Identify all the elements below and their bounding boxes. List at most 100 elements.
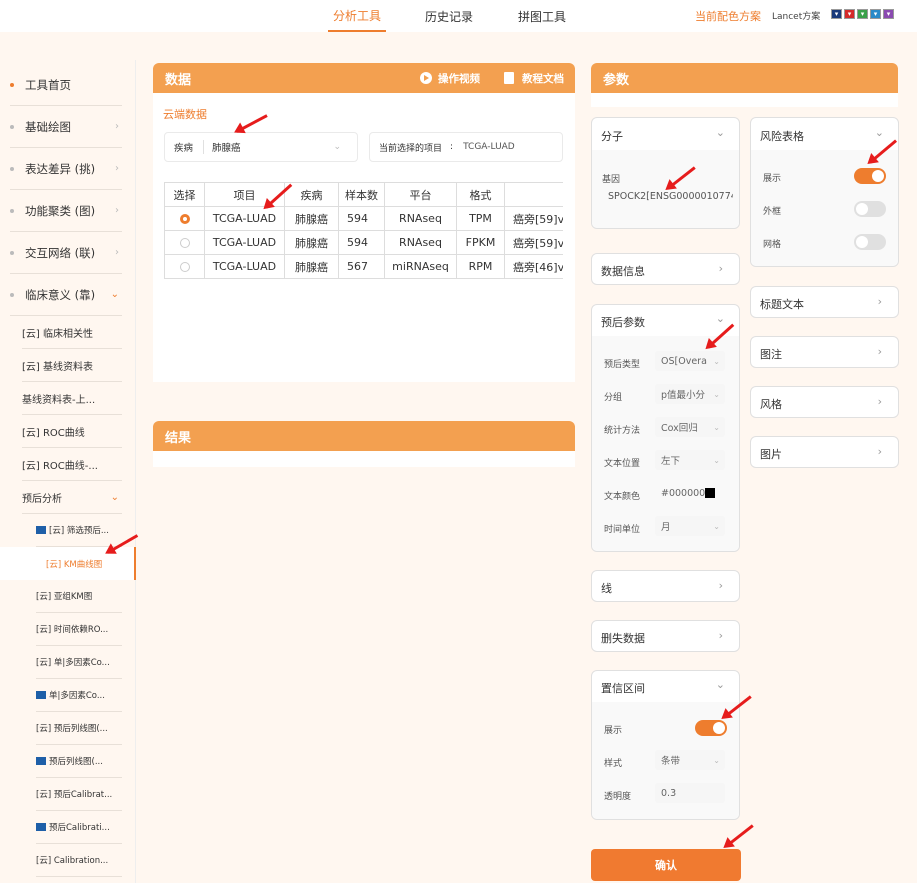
- legend-card[interactable]: 图注 ›: [750, 336, 899, 368]
- chevron-down-icon[interactable]: ⌄: [875, 126, 884, 139]
- chevron-right-icon: ›: [718, 579, 723, 592]
- risk-show-label: 展示: [763, 174, 782, 184]
- risk-grid-toggle[interactable]: [854, 234, 886, 250]
- table-header: [505, 183, 563, 207]
- radio-icon: [179, 261, 190, 272]
- color-scheme-name[interactable]: Lancet方案: [772, 9, 820, 22]
- table-cell: TCGA-LUAD: [205, 231, 285, 255]
- sidebar-sub2-nomogram[interactable]: [云] 预后列线图(...: [36, 712, 122, 745]
- picture-card[interactable]: 图片 ›: [750, 436, 899, 468]
- line-title: 线: [601, 582, 612, 595]
- chevron-down-icon: ⌄: [110, 491, 119, 503]
- disease-value: 肺腺癌: [212, 143, 241, 154]
- sidebar-sub2-filter-prognosis[interactable]: [云] 筛选预后...: [36, 514, 122, 547]
- cloud-data-tab[interactable]: 云端数据: [163, 106, 207, 122]
- line-card[interactable]: 线 ›: [591, 570, 740, 602]
- sidebar-item-interaction-network[interactable]: 交互网络 (联) ›: [10, 232, 122, 274]
- sidebar-sub2-calibration-2[interactable]: 预后Calibrati...: [36, 811, 122, 844]
- swatch-green-icon[interactable]: ▾: [857, 9, 868, 19]
- table-header: 选择: [165, 183, 205, 207]
- selected-project-value: TCGA-LUAD: [463, 142, 515, 152]
- confirm-button[interactable]: 确认: [591, 849, 741, 881]
- swatch-blue-icon[interactable]: ▾: [870, 9, 881, 19]
- table-row-radio[interactable]: [165, 255, 205, 279]
- risk-show-toggle[interactable]: [854, 168, 886, 184]
- chevron-down-icon[interactable]: ⌄: [716, 678, 725, 691]
- ci-show-toggle[interactable]: [695, 720, 727, 736]
- chevron-right-icon: ›: [115, 163, 119, 174]
- sidebar-item-function-cluster[interactable]: 功能聚类 (图) ›: [10, 190, 122, 232]
- ci-style-select[interactable]: 条带 ⌄: [655, 750, 725, 770]
- table-cell: TPM: [457, 207, 505, 231]
- stat-method-select[interactable]: Cox回归 ⌄: [655, 417, 725, 437]
- text-position-select[interactable]: 左下 ⌄: [655, 450, 725, 470]
- title-text-card[interactable]: 标题文本 ›: [750, 286, 899, 318]
- video-button[interactable]: 操作视频: [420, 70, 480, 86]
- censor-title: 删失数据: [601, 632, 645, 645]
- ci-opacity-input[interactable]: 0.3: [655, 783, 725, 803]
- text-color-input[interactable]: #000000: [655, 483, 725, 503]
- bullet-icon: [10, 166, 14, 171]
- sidebar-sub2-subgroup-km[interactable]: [云] 亚组KM图: [36, 580, 122, 613]
- table-header: 项目: [205, 183, 285, 207]
- sidebar: 工具首页 基础绘图 › 表达差异 (挑) › 功能聚类 (图) › 交互网络 (联) ›…: [0, 60, 136, 883]
- group-select[interactable]: p值最小分 ⌄: [655, 384, 725, 404]
- sidebar-item-clinical[interactable]: 临床意义 (靠) ⌄: [10, 274, 122, 316]
- sidebar-sub-prognosis[interactable]: 预后分析 ⌄: [22, 481, 122, 514]
- stat-method-label: 统计方法: [604, 426, 641, 436]
- ci-card: 置信区间 ⌄ 展示 样式 条带 ⌄ 透明度 0.3: [591, 670, 740, 820]
- risk-border-toggle[interactable]: [854, 201, 886, 217]
- prognosis-type-select[interactable]: OS[Overa ⌄: [655, 351, 725, 371]
- chevron-down-icon: ⌄: [110, 289, 119, 300]
- swatch-navy-icon[interactable]: ▾: [831, 9, 842, 19]
- prognosis-title[interactable]: 预后参数: [601, 314, 645, 330]
- sidebar-sub-baseline-table[interactable]: [云] 基线资料表: [22, 349, 122, 382]
- sidebar-sub2-calibration[interactable]: [云] 预后Calibrat...: [36, 778, 122, 811]
- swatch-red-icon[interactable]: ▾: [844, 9, 855, 19]
- sidebar-sub2-calibration-3[interactable]: [云] Calibration...: [36, 844, 122, 877]
- risk-table-title[interactable]: 风险表格: [760, 128, 804, 144]
- sidebar-sub-baseline-upload[interactable]: 基线资料表-上...: [22, 382, 122, 415]
- table-cell: miRNAseq: [385, 255, 457, 279]
- data-info-card[interactable]: 数据信息 ›: [591, 253, 740, 285]
- sidebar-item-basic-plot[interactable]: 基础绘图 ›: [10, 106, 122, 148]
- tab-analysis-tools[interactable]: 分析工具: [328, 0, 386, 32]
- params-panel-body: [591, 93, 898, 107]
- chevron-down-icon: ⌄: [713, 389, 720, 399]
- molecule-title[interactable]: 分子: [601, 128, 623, 144]
- censor-card[interactable]: 删失数据 ›: [591, 620, 740, 652]
- ci-title[interactable]: 置信区间: [601, 680, 645, 696]
- sidebar-item-home[interactable]: 工具首页: [10, 64, 122, 106]
- table-cell: 肺腺癌: [285, 255, 339, 279]
- table-cell: 567: [339, 255, 385, 279]
- risk-table-body: 展示 外框 网格: [751, 150, 898, 266]
- swatch-purple-icon[interactable]: ▾: [883, 9, 894, 19]
- bullet-icon: [10, 250, 14, 255]
- molecule-card: 分子 ⌄ 基因 SPOCK2[ENSG00000107742]: [591, 117, 740, 229]
- document-icon: [504, 72, 514, 84]
- sidebar-sub-roc-2[interactable]: [云] ROC曲线-...: [22, 448, 122, 481]
- color-scheme-label[interactable]: 当前配色方案: [695, 8, 761, 24]
- tab-history[interactable]: 历史记录: [420, 0, 478, 32]
- time-unit-select[interactable]: 月 ⌄: [655, 516, 725, 536]
- sidebar-sub-roc[interactable]: [云] ROC曲线: [22, 415, 122, 448]
- table-cell: 肺腺癌: [285, 207, 339, 231]
- table-row-radio[interactable]: [165, 231, 205, 255]
- tab-collage-tools[interactable]: 拼图工具: [513, 0, 571, 32]
- sidebar-sub2-nomogram-2[interactable]: 预后列线图(...: [36, 745, 122, 778]
- style-card[interactable]: 风格 ›: [750, 386, 899, 418]
- chevron-down-icon[interactable]: ⌄: [716, 312, 725, 325]
- table-cell: 癌旁[59]vs: [505, 207, 563, 231]
- table-cell: 594: [339, 231, 385, 255]
- disease-select[interactable]: 疾病 肺腺癌 ⌄: [164, 132, 358, 162]
- sidebar-item-expression-diff[interactable]: 表达差异 (挑) ›: [10, 148, 122, 190]
- color-swatch-icon[interactable]: [705, 488, 715, 498]
- sidebar-sub2-cox-2[interactable]: 单|多因素Co...: [36, 679, 122, 712]
- text-color-label: 文本颜色: [604, 492, 641, 502]
- sidebar-sub2-cox[interactable]: [云] 单|多因素Co...: [36, 646, 122, 679]
- chevron-down-icon[interactable]: ⌄: [716, 126, 725, 139]
- doc-button[interactable]: 教程文档: [504, 70, 564, 86]
- sidebar-sub2-time-roc[interactable]: [云] 时间依赖RO...: [36, 613, 122, 646]
- table-row-radio[interactable]: [165, 207, 205, 231]
- sidebar-sub-clinical-correlation[interactable]: [云] 临床相关性: [22, 316, 122, 349]
